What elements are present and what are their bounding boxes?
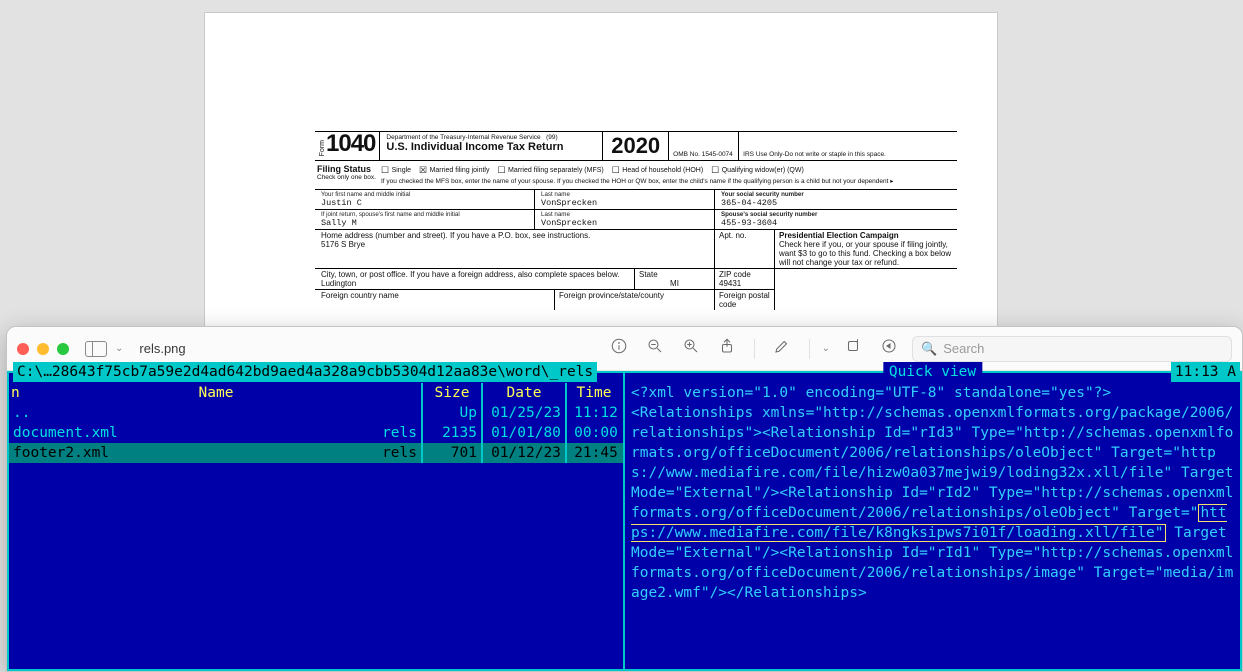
- file-date: 01/12/23: [481, 443, 565, 463]
- opt-qw: Qualifying widow(er) (QW): [711, 164, 804, 177]
- lab-first: Your first name and middle initial: [321, 191, 530, 198]
- pane-path: C:\…28643f75cb7a59e2d4ad642bd9aed4a328a9…: [13, 362, 597, 382]
- sidebar-toggle-icon[interactable]: [85, 341, 107, 357]
- lab-fp: Foreign province/state/county: [559, 291, 710, 300]
- check-only: Check only one box.: [317, 174, 377, 181]
- col-n: n: [11, 383, 20, 403]
- window-title: rels.png: [139, 341, 185, 356]
- file-ext: rels: [382, 423, 421, 443]
- markup-icon[interactable]: [769, 337, 795, 360]
- val-first: Justin C: [321, 198, 530, 208]
- form-number: 1040: [326, 132, 375, 156]
- dept-text: Department of the Treasury-Internal Reve…: [386, 134, 540, 141]
- file-name: document.xml: [13, 425, 118, 441]
- quick-view-content: <?xml version="1.0" encoding="UTF-8" sta…: [625, 373, 1240, 607]
- opt-hoh: Head of household (HOH): [612, 164, 704, 177]
- file-name: ..: [13, 405, 30, 421]
- lab-sp-ssn: Spouse's social security number: [721, 211, 953, 218]
- lab-state: State: [639, 270, 710, 279]
- opt-single: Single: [381, 164, 411, 177]
- lab-apt: Apt. no.: [719, 231, 770, 240]
- form-1040: Form 1040 Department of the Treasury-Int…: [315, 131, 957, 310]
- file-name: footer2.xml: [13, 445, 109, 461]
- lab-sp-last: Last name: [541, 211, 710, 218]
- val-sp-first: Sally M: [321, 218, 530, 228]
- search-placeholder: Search: [943, 341, 984, 356]
- val-state: MI: [639, 279, 710, 288]
- val-sp-ssn: 455-93-3604: [721, 218, 953, 228]
- pres-body: Check here if you, or your spouse if fil…: [779, 240, 953, 267]
- val-last: VonSprecken: [541, 198, 710, 208]
- col-date[interactable]: Date: [481, 383, 565, 403]
- fs-note: If you checked the MFS box, enter the na…: [381, 177, 955, 186]
- file-time: 00:00: [565, 423, 621, 443]
- filing-status-label: Filing Status: [317, 164, 371, 174]
- file-list-pane[interactable]: C:\…28643f75cb7a59e2d4ad642bd9aed4a328a9…: [7, 371, 623, 671]
- search-field[interactable]: 🔍 Search: [912, 336, 1232, 362]
- val-city: Ludington: [321, 279, 628, 288]
- search-icon: 🔍: [921, 341, 937, 357]
- zoom-out-icon[interactable]: [642, 337, 668, 360]
- traffic-lights[interactable]: [17, 343, 69, 355]
- seq: (99): [546, 134, 558, 141]
- file-size: 701: [421, 443, 481, 463]
- col-time[interactable]: Time: [565, 383, 621, 403]
- minimize-button[interactable]: [37, 343, 49, 355]
- val-sp-last: VonSprecken: [541, 218, 710, 228]
- lab-sp-first: If joint return, spouse's first name and…: [321, 211, 530, 218]
- list-item[interactable]: document.xml rels 2135 01/01/80 00:00: [9, 423, 623, 443]
- preview-window: ⌄ rels.png ⌄ 🔍 Search C:\…28643f75cb7a59…: [6, 326, 1243, 672]
- file-ext: rels: [382, 443, 421, 463]
- val-addr: 5176 S Brye: [321, 240, 708, 249]
- col-size[interactable]: Size: [421, 383, 481, 403]
- quick-view-title: Quick view: [883, 362, 982, 382]
- file-date: 01/25/23: [481, 403, 565, 423]
- column-headers: Name Size Date Time: [9, 383, 623, 403]
- lab-ssn: Your social security number: [721, 191, 953, 198]
- close-button[interactable]: [17, 343, 29, 355]
- file-manager: C:\…28643f75cb7a59e2d4ad642bd9aed4a328a9…: [7, 371, 1242, 671]
- omb-no: OMB No. 1545-0074: [669, 132, 739, 160]
- tax-year: 2020: [603, 132, 669, 160]
- list-item-selected[interactable]: footer2.xml rels 701 01/12/23 21:45: [9, 443, 623, 463]
- lab-addr: Home address (number and street). If you…: [321, 231, 708, 240]
- zoom-in-icon[interactable]: [678, 337, 704, 360]
- zoom-button[interactable]: [57, 343, 69, 355]
- list-item[interactable]: .. Up 01/25/23 11:12: [9, 403, 623, 423]
- lab-fz: Foreign postal code: [719, 291, 770, 309]
- file-date: 01/01/80: [481, 423, 565, 443]
- file-size: Up: [421, 403, 481, 423]
- val-ssn: 365-04-4205: [721, 198, 953, 208]
- time-badge: 11:13 A: [1171, 362, 1240, 382]
- highlight-icon[interactable]: [876, 337, 902, 360]
- form-label: Form: [319, 140, 326, 156]
- quick-view-pane[interactable]: Quick view 11:13 A <?xml version="1.0" e…: [623, 371, 1242, 671]
- share-icon[interactable]: [714, 337, 740, 360]
- chevron-down-icon[interactable]: ⌄: [822, 343, 830, 354]
- lab-fc: Foreign country name: [321, 291, 548, 300]
- file-size: 2135: [421, 423, 481, 443]
- pres-head: Presidential Election Campaign: [779, 231, 953, 240]
- file-time: 11:12: [565, 403, 621, 423]
- file-time: 21:45: [565, 443, 621, 463]
- irs-note: IRS Use Only-Do not write or staple in t…: [739, 132, 957, 160]
- info-icon[interactable]: [606, 337, 632, 360]
- opt-mfs: Married filing separately (MFS): [497, 164, 603, 177]
- chevron-down-icon[interactable]: ⌄: [115, 343, 123, 354]
- xml-pre: <?xml version="1.0" encoding="UTF-8" sta…: [631, 385, 1233, 521]
- lab-last: Last name: [541, 191, 710, 198]
- rotate-icon[interactable]: [840, 337, 866, 360]
- document-preview: Form 1040 Department of the Treasury-Int…: [204, 12, 998, 328]
- col-name[interactable]: Name: [11, 383, 421, 403]
- lab-city: City, town, or post office. If you have …: [321, 270, 628, 279]
- opt-mfj: Married filing jointly: [419, 164, 490, 177]
- lab-zip: ZIP code: [719, 270, 770, 279]
- form-title: U.S. Individual Income Tax Return: [386, 141, 596, 153]
- val-zip: 49431: [719, 279, 770, 288]
